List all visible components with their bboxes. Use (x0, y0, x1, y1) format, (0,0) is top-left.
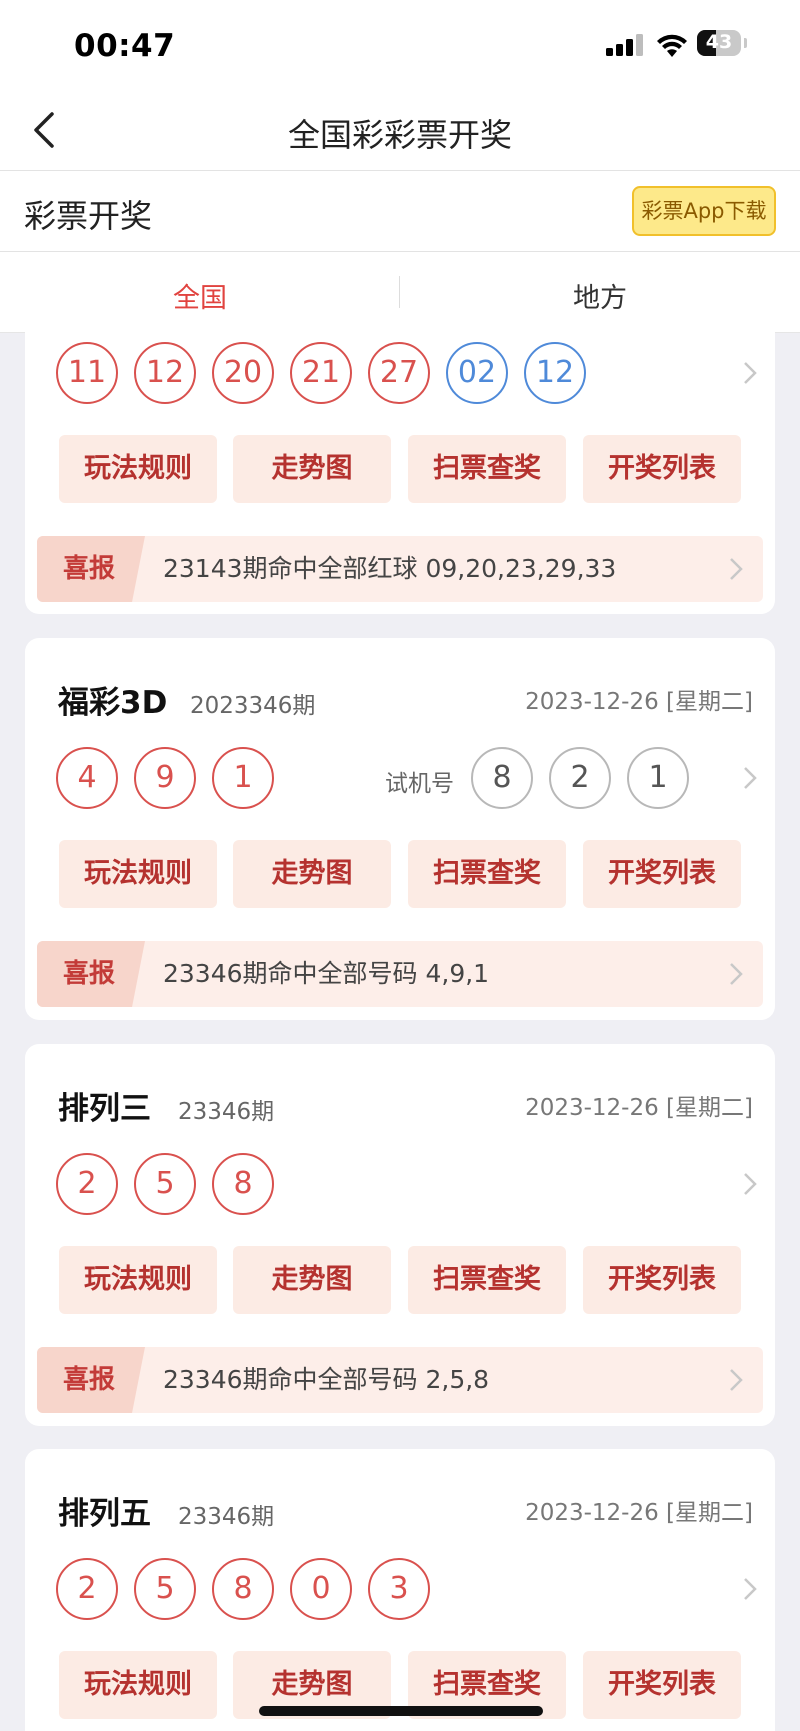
red-ball: 20 (212, 342, 274, 404)
section-title: 彩票开奖 (24, 197, 153, 235)
lottery-name: 排列五 (58, 1496, 151, 1532)
chevron-right-icon (730, 558, 743, 580)
tab-national[interactable]: 全国 (173, 276, 227, 315)
news-tag: 喜报 (37, 1347, 145, 1413)
status-time: 00:47 (74, 28, 176, 64)
red-ball: 5 (134, 1153, 196, 1215)
draw-list-button[interactable]: 开奖列表 (583, 435, 741, 503)
red-ball: 2 (56, 1558, 118, 1620)
chevron-right-icon (730, 1369, 743, 1391)
draw-date: 2023-12-26 [星期二] (525, 1095, 753, 1121)
news-tag: 喜报 (37, 941, 145, 1007)
lottery-name: 福彩3D (58, 685, 168, 721)
red-ball: 12 (134, 342, 196, 404)
nav-bar: 全国彩彩票开奖 (0, 90, 800, 171)
trend-chart-button[interactable]: 走势图 (233, 435, 391, 503)
tab-local[interactable]: 地方 (573, 276, 627, 315)
red-ball: 2 (56, 1153, 118, 1215)
red-ball: 8 (212, 1558, 274, 1620)
red-ball: 1 (212, 747, 274, 809)
wifi-icon (657, 34, 687, 57)
lottery-card-dlt: 11 12 20 21 27 02 12 玩法规则 走势图 扫票查奖 开奖列表 … (25, 320, 775, 614)
rules-button[interactable]: 玩法规则 (59, 1246, 217, 1314)
rules-button[interactable]: 玩法规则 (59, 840, 217, 908)
draw-list-button[interactable]: 开奖列表 (583, 1246, 741, 1314)
draw-list-button[interactable]: 开奖列表 (583, 1651, 741, 1719)
lottery-card-pl5: 排列五 23346期 2023-12-26 [星期二] 2 5 8 0 3 玩法… (25, 1449, 775, 1731)
red-ball: 0 (290, 1558, 352, 1620)
trial-ball: 2 (549, 747, 611, 809)
scan-ticket-button[interactable]: 扫票查奖 (408, 435, 566, 503)
page-title: 全国彩彩票开奖 (287, 116, 512, 154)
win-news-banner[interactable]: 喜报 23346期命中全部号码 4,9,1 (37, 941, 763, 1007)
blue-ball: 12 (524, 342, 586, 404)
app-download-button[interactable]: 彩票App下载 (632, 186, 776, 236)
battery-cap (744, 38, 747, 48)
chevron-right-icon[interactable] (737, 358, 761, 388)
chevron-right-icon[interactable] (737, 1574, 761, 1604)
red-ball: 8 (212, 1153, 274, 1215)
draw-list-button[interactable]: 开奖列表 (583, 840, 741, 908)
lottery-issue: 23346期 (178, 1504, 275, 1530)
red-ball: 27 (368, 342, 430, 404)
scan-ticket-button[interactable]: 扫票查奖 (408, 840, 566, 908)
lottery-issue: 2023346期 (190, 693, 316, 719)
red-ball: 4 (56, 747, 118, 809)
red-ball: 3 (368, 1558, 430, 1620)
news-tag: 喜报 (37, 536, 145, 602)
lottery-card-pl3: 排列三 23346期 2023-12-26 [星期二] 2 5 8 玩法规则 走… (25, 1044, 775, 1426)
tab-divider (399, 276, 400, 308)
red-ball: 9 (134, 747, 196, 809)
scan-ticket-button[interactable]: 扫票查奖 (408, 1246, 566, 1314)
trial-label: 试机号 (385, 771, 454, 797)
cellular-signal-icon (606, 34, 646, 56)
red-ball: 21 (290, 342, 352, 404)
red-ball: 11 (56, 342, 118, 404)
lottery-issue: 23346期 (178, 1099, 275, 1125)
section-header: 彩票开奖 彩票App下载 (0, 171, 800, 252)
lottery-name: 排列三 (58, 1091, 151, 1127)
trial-ball: 8 (471, 747, 533, 809)
win-news-banner[interactable]: 喜报 23346期命中全部号码 2,5,8 (37, 1347, 763, 1413)
news-text: 23346期命中全部号码 4,9,1 (163, 959, 490, 988)
home-indicator[interactable] (259, 1706, 543, 1716)
trial-ball: 1 (627, 747, 689, 809)
draw-date: 2023-12-26 [星期二] (525, 689, 753, 715)
rules-button[interactable]: 玩法规则 (59, 1651, 217, 1719)
news-text: 23143期命中全部红球 09,20,23,29,33 (163, 554, 617, 583)
chevron-right-icon (730, 963, 743, 985)
trend-chart-button[interactable]: 走势图 (233, 1246, 391, 1314)
rules-button[interactable]: 玩法规则 (59, 435, 217, 503)
red-ball: 5 (134, 1558, 196, 1620)
draw-date: 2023-12-26 [星期二] (525, 1500, 753, 1526)
battery-icon: 43 (697, 30, 741, 56)
battery-level: 43 (705, 31, 733, 53)
chevron-right-icon[interactable] (737, 1169, 761, 1199)
status-bar: 00:47 43 (0, 0, 800, 90)
news-text: 23346期命中全部号码 2,5,8 (163, 1365, 490, 1394)
win-news-banner[interactable]: 喜报 23143期命中全部红球 09,20,23,29,33 (37, 536, 763, 602)
trend-chart-button[interactable]: 走势图 (233, 840, 391, 908)
lottery-card-3d: 福彩3D 2023346期 2023-12-26 [星期二] 4 9 1 试机号… (25, 638, 775, 1020)
chevron-right-icon[interactable] (737, 763, 761, 793)
blue-ball: 02 (446, 342, 508, 404)
